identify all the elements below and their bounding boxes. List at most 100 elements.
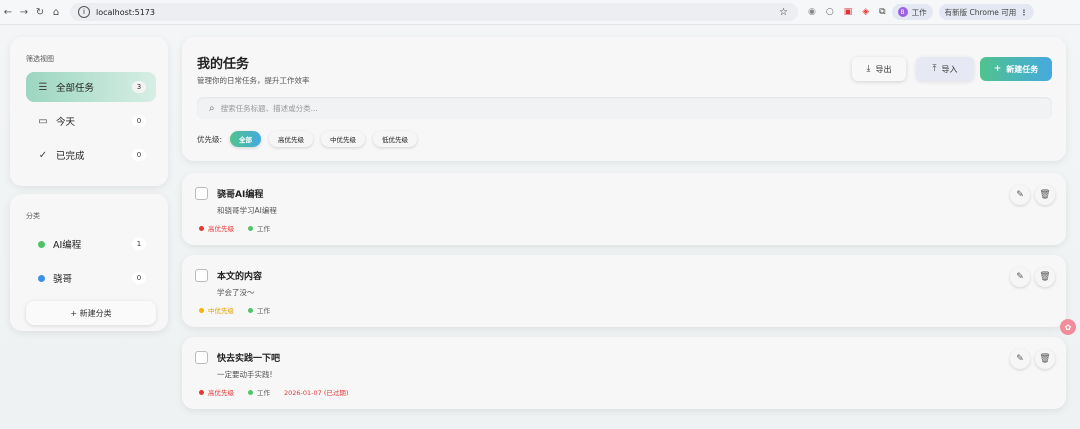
task-card[interactable]: 本文的内容 学会了没～ 中优先级 工作 ✎ 🗑 xyxy=(182,255,1066,327)
task-category-label: 工作 xyxy=(257,389,270,397)
priority-dot xyxy=(199,389,204,395)
sidebar-item-completed[interactable]: ✓ 已完成 0 xyxy=(26,140,156,170)
sidebar-item-all-tasks[interactable]: ☰ 全部任务 3 xyxy=(26,72,156,102)
export-label: 导出 xyxy=(875,64,892,74)
priority-dot xyxy=(199,307,204,313)
category-dot xyxy=(248,307,253,313)
category-dot xyxy=(38,240,45,248)
task-category-label: 工作 xyxy=(257,225,270,233)
translate-float-icon[interactable]: ✿ xyxy=(1060,319,1076,335)
sidebar-item-label: 已完成 xyxy=(56,151,85,162)
export-button[interactable]: ⤓ 导出 xyxy=(852,57,906,81)
menu-dots-icon: ⋮ xyxy=(1020,7,1028,17)
priority-chip-all[interactable]: 全部 xyxy=(230,131,262,147)
update-label: 有新版 Chrome 可用 xyxy=(944,7,1017,17)
task-header-panel: 我的任务 管理你的日常任务，提升工作效率 ⤓ 导出 ⤒ 导入 + 新建任务 ⌕ … xyxy=(182,37,1066,161)
extension-icon[interactable]: ○ xyxy=(826,7,834,17)
task-title: 本文的内容 xyxy=(217,272,263,282)
address-bar[interactable]: i localhost:5173 ☆ xyxy=(70,3,798,21)
task-priority: 高优先级 xyxy=(208,389,234,397)
import-button[interactable]: ⤒ 导入 xyxy=(916,57,974,81)
update-chrome-button[interactable]: 有新版 Chrome 可用 ⋮ xyxy=(938,4,1034,20)
new-task-button[interactable]: + 新建任务 xyxy=(980,57,1052,81)
avatar: B xyxy=(897,7,908,17)
reload-icon[interactable]: ↻ xyxy=(32,7,48,18)
sidebar-item-today[interactable]: ▭ 今天 0 xyxy=(26,106,156,136)
profile-label: 工作 xyxy=(911,7,927,17)
task-priority: 中优先级 xyxy=(208,307,234,315)
task-description: 学会了没～ xyxy=(217,288,255,297)
search-placeholder: 搜索任务标题、描述或分类... xyxy=(220,103,318,113)
plus-icon: + xyxy=(993,64,1002,74)
home-icon[interactable]: ⌂ xyxy=(48,7,64,18)
sidebar-item-label: 骁哥 xyxy=(53,274,73,285)
priority-filter: 优先级: 全部 高优先级 中优先级 低优先级 xyxy=(197,131,418,147)
edit-icon[interactable]: ✎ xyxy=(1010,267,1030,287)
puzzle-icon[interactable]: ⧉ xyxy=(879,7,885,17)
sidebar-item-category-ai[interactable]: AI编程 1 xyxy=(26,229,156,259)
forward-icon[interactable]: → xyxy=(16,7,32,18)
calendar-icon: ▭ xyxy=(38,115,48,127)
sidebar-item-category-xiaoge[interactable]: 骁哥 0 xyxy=(26,263,156,293)
page-subtitle: 管理你的日常任务，提升工作效率 xyxy=(197,76,310,85)
views-title: 筛选视图 xyxy=(26,55,54,63)
browser-toolbar: ← → ↻ ⌂ i localhost:5173 ☆ ◉ ○ ▣ ◈ ⧉ B 工… xyxy=(0,0,1080,25)
trash-icon[interactable]: 🗑 xyxy=(1035,267,1055,287)
count-badge: 1 xyxy=(132,238,146,250)
upload-icon: ⤒ xyxy=(932,64,937,74)
extension-icon[interactable]: ▣ xyxy=(844,7,853,17)
task-description: 和骁哥学习AI编程 xyxy=(217,206,277,215)
main-content: 我的任务 管理你的日常任务，提升工作效率 ⤓ 导出 ⤒ 导入 + 新建任务 ⌕ … xyxy=(182,37,1066,409)
import-label: 导入 xyxy=(941,64,958,74)
edit-icon[interactable]: ✎ xyxy=(1010,185,1030,205)
extension-icon[interactable]: ◈ xyxy=(862,7,869,17)
categories-title: 分类 xyxy=(26,212,40,220)
search-icon: ⌕ xyxy=(209,102,215,114)
categories-panel: 分类 AI编程 1 骁哥 0 + 新建分类 xyxy=(10,194,168,331)
task-due-date: 2026-01-07 (已过期) xyxy=(284,389,349,397)
task-meta: 高优先级 工作 xyxy=(199,223,270,233)
check-icon: ✓ xyxy=(38,149,48,161)
count-badge: 3 xyxy=(132,81,146,93)
url-text: localhost:5173 xyxy=(96,7,155,17)
task-category: 工作 xyxy=(248,305,270,315)
trash-icon[interactable]: 🗑 xyxy=(1035,185,1055,205)
task-checkbox[interactable] xyxy=(195,351,208,364)
edit-icon[interactable]: ✎ xyxy=(1010,349,1030,369)
task-priority: 高优先级 xyxy=(208,225,234,233)
sidebar: 筛选视图 ☰ 全部任务 3 ▭ 今天 0 ✓ 已完成 0 分类 AI编程 1 骁… xyxy=(10,37,168,331)
task-meta: 中优先级 工作 xyxy=(199,305,270,315)
priority-chip-medium[interactable]: 中优先级 xyxy=(321,131,366,147)
task-checkbox[interactable] xyxy=(195,187,208,200)
task-category: 工作 xyxy=(248,223,270,233)
app: 筛选视图 ☰ 全部任务 3 ▭ 今天 0 ✓ 已完成 0 分类 AI编程 1 骁… xyxy=(0,25,1080,429)
priority-chip-low[interactable]: 低优先级 xyxy=(373,131,418,147)
extension-icon[interactable]: ◉ xyxy=(808,7,816,17)
download-icon: ⤓ xyxy=(866,64,871,74)
task-card[interactable]: 骁哥AI编程 和骁哥学习AI编程 高优先级 工作 ✎ 🗑 xyxy=(182,173,1066,245)
task-checkbox[interactable] xyxy=(195,269,208,282)
site-info-icon[interactable]: i xyxy=(78,6,90,18)
list-icon: ☰ xyxy=(38,81,48,93)
trash-icon[interactable]: 🗑 xyxy=(1035,349,1055,369)
task-card[interactable]: 快去实践一下吧 一定要动手实践! 高优先级 工作 2026-01-07 (已过期… xyxy=(182,337,1066,409)
priority-chip-high[interactable]: 高优先级 xyxy=(269,131,314,147)
task-meta: 高优先级 工作 2026-01-07 (已过期) xyxy=(199,387,348,397)
bookmark-star-icon[interactable]: ☆ xyxy=(779,7,788,18)
new-task-label: 新建任务 xyxy=(1006,64,1039,74)
task-description: 一定要动手实践! xyxy=(217,370,273,379)
category-dot xyxy=(38,274,45,282)
category-dot xyxy=(248,225,253,231)
category-dot xyxy=(248,389,253,395)
profile-button[interactable]: B 工作 xyxy=(891,4,933,20)
task-category-label: 工作 xyxy=(257,307,270,315)
sidebar-item-label: AI编程 xyxy=(53,240,82,251)
new-category-button[interactable]: + 新建分类 xyxy=(26,301,156,325)
priority-dot xyxy=(199,225,204,231)
sidebar-item-label: 全部任务 xyxy=(56,83,95,94)
count-badge: 0 xyxy=(132,115,146,127)
back-icon[interactable]: ← xyxy=(0,7,16,18)
search-input[interactable]: ⌕ 搜索任务标题、描述或分类... xyxy=(197,97,1052,119)
task-title: 快去实践一下吧 xyxy=(217,354,281,364)
task-title: 骁哥AI编程 xyxy=(217,190,264,200)
